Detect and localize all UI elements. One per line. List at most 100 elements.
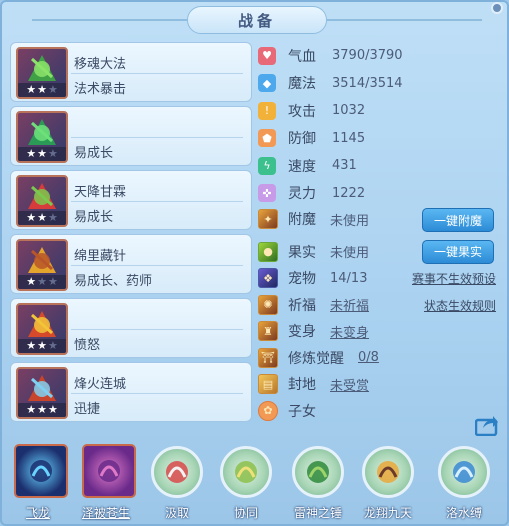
divider (71, 201, 243, 202)
children-label: 子女 (288, 403, 316, 420)
skill-slot[interactable]: 协同 (216, 440, 276, 524)
skill-name: 龙翔九天 (363, 506, 412, 520)
bless-icon: ✺ (258, 294, 278, 315)
defense-icon: ⬟ (258, 129, 276, 148)
share-icon[interactable] (475, 414, 499, 436)
transform-row: ♜ 变身 未变身 (258, 318, 504, 345)
star-icon: ★ (47, 275, 58, 288)
speed-icon: ϟ (258, 156, 276, 175)
equipment-icon[interactable]: ★ ★ ★ (16, 239, 68, 291)
skill-slot[interactable]: 泽被苍生 (76, 440, 136, 524)
bless-label: 祈福 (288, 297, 316, 314)
skill-name: 洛水缚 (445, 506, 482, 520)
star-icon: ★ (37, 211, 47, 224)
cultivate-label: 修炼觉醒 (288, 350, 344, 367)
battle-prep-panel: 战备 ★ ★ ★ 移魂大法 法术暴击 ★ ★ ★ 易成长 ★ ★ ★ 天降甘霖 易成长 ★ ★ ★ 绵里藏针 易成长… (0, 0, 509, 526)
skill-icon[interactable] (362, 446, 414, 498)
children-row: ✿ 子女 (258, 398, 504, 425)
attack-icon: ! (258, 101, 276, 120)
equipment-slot[interactable]: ★ ★ ★ 天降甘霖易成长 (10, 170, 252, 230)
skill-slot[interactable]: 雷神之锤 (288, 440, 348, 524)
heart-icon: ♥ (258, 46, 276, 65)
enchant-row: ✦ 附魔 未使用 一键附魔 (258, 206, 504, 233)
pet-value: 14/13 (330, 270, 368, 286)
equipment-icon[interactable]: ★ ★ ★ (16, 47, 68, 99)
stat-label: 防御 (288, 131, 316, 148)
equipment-effect: 易成长 (74, 210, 114, 225)
equipment-slot[interactable]: ★ ★ ★ 易成长 (10, 106, 252, 166)
skill-name: 雷神之锤 (293, 506, 342, 520)
status-list: ✦ 附魔 未使用 一键附魔 ● 果实 未使用 一键果实 ❖ 宠物 14/13 赛… (258, 206, 504, 424)
fief-icon: ▤ (258, 374, 278, 395)
pet-row: ❖ 宠物 14/13 赛事不生效预设 (258, 265, 504, 292)
equipment-effect: 迅捷 (74, 402, 101, 417)
star-icon: ★ (26, 83, 37, 96)
equipment-slot[interactable]: ★ ★ ★ 愤怒 (10, 298, 252, 358)
title-divider-right (327, 19, 482, 21)
spirit-icon: ✜ (258, 184, 276, 203)
equipment-skill-name: 烽火连城 (74, 377, 127, 392)
equipment-effect: 易成长、药师 (74, 274, 153, 289)
equipment-effect: 法术暴击 (74, 82, 127, 97)
equipment-slot[interactable]: ★ ★ ★ 烽火连城 迅捷 (10, 362, 252, 422)
star-icon: ★ (26, 339, 37, 352)
skill-name: 协同 (233, 506, 258, 520)
star-icon: ★ (26, 211, 37, 224)
skill-icon[interactable] (438, 446, 490, 498)
fruit-label: 果实 (288, 244, 316, 261)
divider (71, 329, 243, 330)
skill-icon[interactable] (151, 446, 203, 498)
fief-value[interactable]: 未受赏 (330, 375, 369, 394)
skill-slot[interactable]: 汲取 (147, 440, 207, 524)
star-icon: ★ (47, 403, 58, 416)
event-preset-link[interactable]: 赛事不生效预设 (412, 270, 496, 287)
star-icon: ★ (47, 147, 58, 160)
transform-value[interactable]: 未变身 (330, 322, 369, 341)
skill-icon[interactable] (82, 444, 136, 498)
attribute-list: ♥ 气血 3790/3790 ◆ 魔法 3514/3514! 攻击 1032 ⬟ 防御 1145 ϟ 速… (258, 42, 498, 207)
equipment-effect: 易成长 (74, 146, 114, 161)
pet-label: 宠物 (288, 271, 316, 288)
status-rules-link[interactable]: 状态生效规则 (424, 297, 496, 314)
stat-row: ◆ 魔法 3514/3514 (258, 70, 498, 98)
skill-name: 飞龙 (25, 506, 50, 520)
skill-icon[interactable] (292, 446, 344, 498)
stat-value: 3514/3514 (332, 75, 403, 91)
star-rating: ★ ★ ★ (18, 275, 66, 289)
fruit-icon: ● (258, 241, 278, 262)
cultivate-row: ⛩ 修炼觉醒 0/8 (258, 345, 504, 372)
star-icon: ★ (26, 403, 37, 416)
equipment-skill-name: 天降甘霖 (74, 185, 127, 200)
stat-value: 431 (332, 158, 357, 174)
stat-row: ✜ 灵力 1222 (258, 180, 498, 208)
skill-slot[interactable]: 洛水缚 (434, 440, 494, 524)
equipment-icon[interactable]: ★ ★ ★ (16, 111, 68, 163)
star-rating: ★ ★ ★ (18, 339, 66, 353)
skill-slot[interactable]: 龙翔九天 (358, 440, 418, 524)
star-icon: ★ (26, 147, 37, 160)
title-divider-left (32, 19, 187, 21)
divider (71, 265, 243, 266)
bless-value[interactable]: 未祈福 (330, 295, 369, 314)
equipment-slot[interactable]: ★ ★ ★ 移魂大法 法术暴击 (10, 42, 252, 102)
stat-row: ♥ 气血 3790/3790 (258, 42, 498, 70)
close-knob-icon[interactable] (491, 2, 503, 14)
equipment-slot[interactable]: ★ ★ ★ 绵里藏针 易成长、药师 (10, 234, 252, 294)
equipment-list: ★ ★ ★ 移魂大法 法术暴击 ★ ★ ★ 易成长 ★ ★ ★ 天降甘霖 易成长 ★ ★ ★ 绵里藏针 易成长、药师… (10, 42, 252, 426)
divider (71, 137, 243, 138)
skill-slot[interactable]: 飞龙 (8, 440, 68, 524)
stat-value: 1222 (332, 185, 366, 201)
equipment-icon[interactable]: ★ ★ ★ (16, 303, 68, 355)
skill-icon[interactable] (220, 446, 272, 498)
one-click-fruit-button[interactable]: 一键果实 (422, 239, 494, 264)
equipment-icon[interactable]: ★ ★ ★ (16, 367, 68, 419)
bless-row: ✺ 祈福 未祈福 状态生效规则 (258, 292, 504, 319)
star-icon: ★ (47, 83, 58, 96)
divider (71, 73, 243, 74)
skill-icon[interactable] (14, 444, 68, 498)
cultivate-value[interactable]: 0/8 (358, 350, 379, 365)
one-click-enchant-button[interactable]: 一键附魔 (422, 208, 494, 232)
equipment-icon[interactable]: ★ ★ ★ (16, 175, 68, 227)
stat-label: 魔法 (288, 76, 316, 93)
enchant-value: 未使用 (330, 213, 370, 229)
